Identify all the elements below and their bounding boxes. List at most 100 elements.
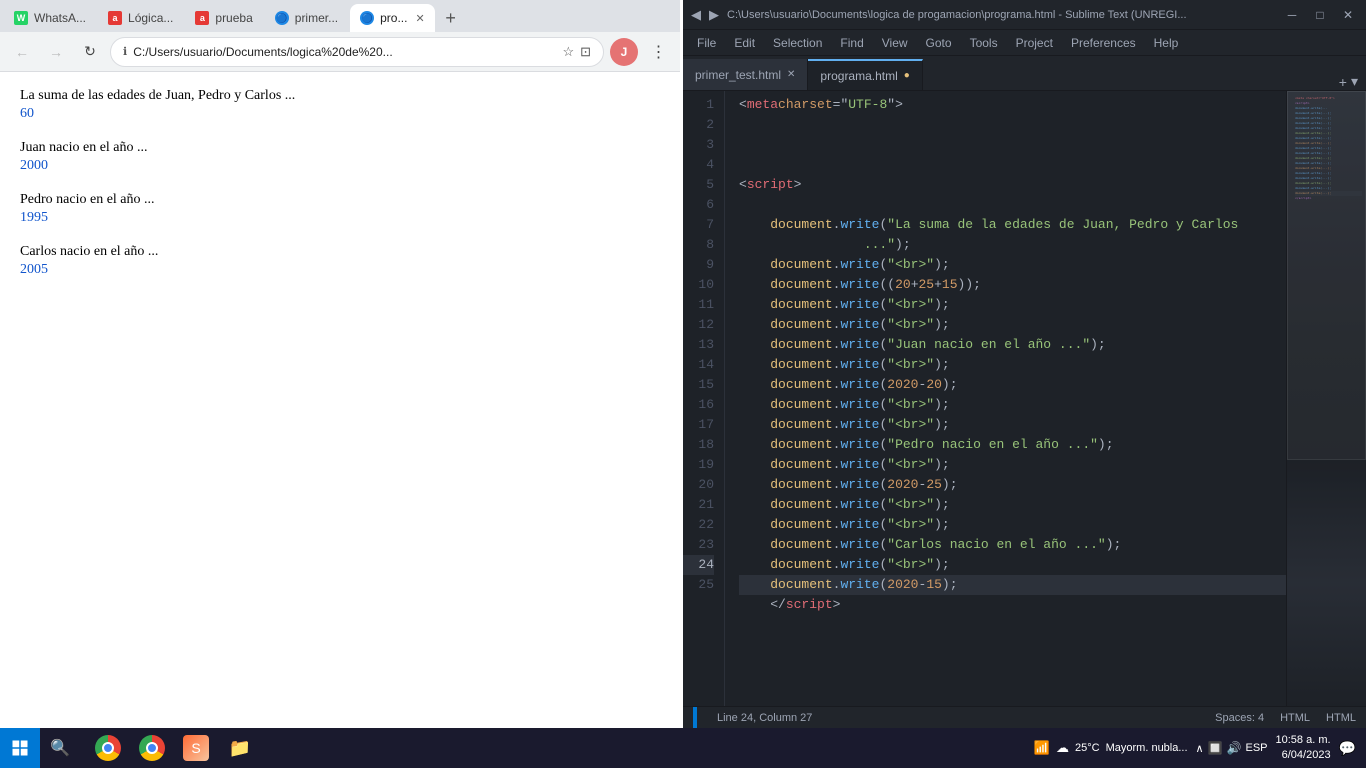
statusbar-line-col[interactable]: Line 24, Column 27: [717, 712, 812, 724]
tab-whatsapp[interactable]: W WhatsA...: [4, 4, 96, 32]
statusbar-language[interactable]: HTML: [1326, 712, 1356, 724]
tab-primer-label: primer...: [295, 11, 338, 25]
ln-9: 9: [683, 255, 714, 275]
system-tray: 📶 ☁ 25°C Mayorm. nubla...: [1034, 740, 1188, 756]
sublime-nav-right[interactable]: ▶: [709, 7, 719, 23]
code-content[interactable]: <meta charset="UTF-8"> <script> document…: [725, 91, 1286, 706]
code-line-7: document.write("La suma de la edades de …: [739, 215, 1286, 235]
taskbar-chrome[interactable]: [88, 728, 128, 768]
minimap[interactable]: <meta charset="UTF-8"> <script> document…: [1286, 91, 1366, 706]
tab-list-action[interactable]: ▾: [1351, 73, 1358, 90]
new-tab-action[interactable]: +: [1339, 74, 1347, 90]
content-line-2: 60: [20, 106, 660, 122]
ln-17: 17: [683, 415, 714, 435]
user-avatar[interactable]: J: [610, 38, 638, 66]
stab-primer-test-close[interactable]: ✕: [787, 69, 795, 80]
menu-selection[interactable]: Selection: [765, 34, 830, 52]
clock[interactable]: 10:58 a. m. 6/04/2023: [1276, 733, 1331, 764]
system-icons: ∧ 🔲 🔊 ESP: [1196, 741, 1268, 755]
close-button[interactable]: ✕: [1338, 5, 1358, 25]
code-line-6: [739, 195, 1286, 215]
content-line-1: La suma de las edades de Juan, Pedro y C…: [20, 88, 660, 104]
taskbar-sublime[interactable]: S: [176, 728, 216, 768]
stab-programa[interactable]: programa.html ●: [808, 59, 922, 90]
menu-edit[interactable]: Edit: [726, 34, 763, 52]
ln-12: 12: [683, 315, 714, 335]
network-icon[interactable]: 📶: [1034, 740, 1050, 756]
ln-18: 18: [683, 435, 714, 455]
star-icon[interactable]: ☆: [562, 44, 574, 60]
weather-icon[interactable]: ☁: [1056, 740, 1069, 756]
stab-primer-test-label: primer_test.html: [695, 68, 781, 82]
volume-icon[interactable]: 🔊: [1227, 741, 1242, 755]
reload-button[interactable]: ↻: [76, 38, 104, 66]
cast-icon[interactable]: ⊡: [580, 44, 591, 60]
code-line-14: document.write(2020-20);: [739, 375, 1286, 395]
stab-primer-test[interactable]: primer_test.html ✕: [683, 59, 808, 90]
chevron-icon[interactable]: ∧: [1196, 742, 1204, 755]
statusbar-spaces[interactable]: Spaces: 4: [1215, 712, 1264, 724]
code-line-13: document.write("<br>");: [739, 355, 1286, 375]
search-icon: 🔍: [50, 738, 70, 758]
code-line-18: document.write("<br>");: [739, 455, 1286, 475]
ln-3: 3: [683, 135, 714, 155]
ln-11: 11: [683, 295, 714, 315]
new-tab-button[interactable]: +: [437, 4, 465, 32]
language-indicator[interactable]: ESP: [1246, 742, 1268, 754]
browser-window: W WhatsA... a Lógica... a prueba 🔵 prime…: [0, 0, 680, 728]
line-numbers: 1 2 3 4 5 6 7 8 9 10 11 12 13 14 15 16 1…: [683, 91, 725, 706]
menu-file[interactable]: File: [689, 34, 724, 52]
statusbar-gutter: [693, 707, 697, 728]
menu-button[interactable]: ⋮: [644, 38, 672, 66]
menu-help[interactable]: Help: [1146, 34, 1187, 52]
code-line-24: document.write(2020-15);: [739, 575, 1286, 595]
forward-button[interactable]: →: [42, 38, 70, 66]
maximize-button[interactable]: □: [1310, 5, 1330, 25]
tab-programa-label: pro...: [380, 11, 407, 25]
content-line-7: Carlos nacio en el año ...: [20, 244, 660, 260]
tab-programa-close[interactable]: ✕: [415, 12, 424, 25]
tab-prueba[interactable]: a prueba: [185, 4, 262, 32]
menu-preferences[interactable]: Preferences: [1063, 34, 1144, 52]
tab-logica[interactable]: a Lógica...: [98, 4, 183, 32]
weather-label: Mayorm. nubla...: [1106, 742, 1188, 754]
menu-tools[interactable]: Tools: [962, 34, 1006, 52]
ln-4: 4: [683, 155, 714, 175]
ln-2: 2: [683, 115, 714, 135]
menu-view[interactable]: View: [874, 34, 916, 52]
code-line-17: document.write("Pedro nacio en el año ..…: [739, 435, 1286, 455]
ln-6: 6: [683, 195, 714, 215]
menu-project[interactable]: Project: [1008, 34, 1061, 52]
tab-programa[interactable]: 🔵 pro... ✕: [350, 4, 435, 32]
search-button[interactable]: 🔍: [40, 728, 80, 768]
address-bar[interactable]: ℹ C:/Users/usuario/Documents/logica%20de…: [110, 37, 604, 67]
menu-find[interactable]: Find: [832, 34, 871, 52]
ln-5: 5: [683, 175, 714, 195]
minimize-button[interactable]: ─: [1282, 5, 1302, 25]
ln-23: 23: [683, 535, 714, 555]
code-line-2: [739, 115, 1286, 135]
content-line-5: Pedro nacio en el año ...: [20, 192, 660, 208]
start-button[interactable]: [0, 728, 40, 768]
ln-21: 21: [683, 495, 714, 515]
minimap-content: <meta charset="UTF-8"> <script> document…: [1287, 91, 1366, 706]
tab-primer[interactable]: 🔵 primer...: [265, 4, 348, 32]
statusbar-right: Spaces: 4 HTML HTML: [1215, 712, 1356, 724]
code-line-3: [739, 135, 1286, 155]
taskbar-explorer[interactable]: 📁: [220, 728, 260, 768]
code-line-25: </script>: [739, 595, 1286, 615]
back-button[interactable]: ←: [8, 38, 36, 66]
ln-7: 7: [683, 215, 714, 235]
menu-goto[interactable]: Goto: [918, 34, 960, 52]
code-line-11: document.write("<br>");: [739, 315, 1286, 335]
address-text: C:/Users/usuario/Documents/logica%20de%2…: [133, 45, 556, 59]
stab-programa-label: programa.html: [820, 69, 897, 83]
code-editor[interactable]: 1 2 3 4 5 6 7 8 9 10 11 12 13 14 15 16 1…: [683, 91, 1366, 706]
taskbar-chrome-2[interactable]: [132, 728, 172, 768]
taskbar-right: 📶 ☁ 25°C Mayorm. nubla... ∧ 🔲 🔊 ESP 10:5…: [1024, 733, 1366, 764]
tab-whatsapp-label: WhatsA...: [34, 11, 86, 25]
notification-icon[interactable]: 💬: [1339, 740, 1356, 757]
sublime-nav-left[interactable]: ◀: [691, 7, 701, 23]
network-status-icon[interactable]: 🔲: [1208, 741, 1223, 755]
statusbar-encoding[interactable]: HTML: [1280, 712, 1310, 724]
